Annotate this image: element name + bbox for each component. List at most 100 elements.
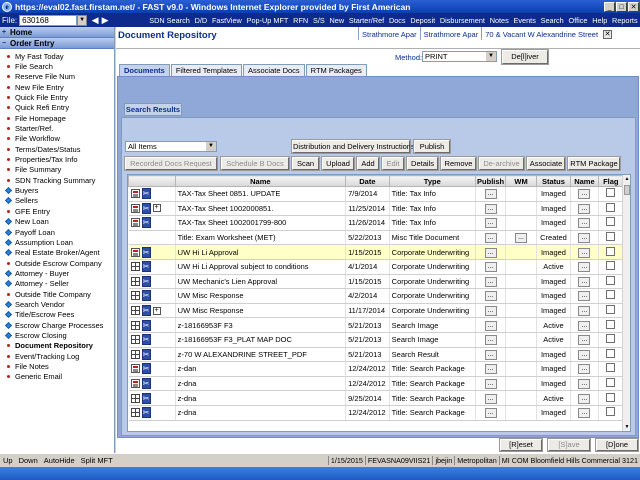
- add-button[interactable]: Add: [356, 156, 380, 171]
- publish-ellipsis-button[interactable]: ...: [484, 379, 497, 390]
- nav-link[interactable]: Office: [566, 16, 590, 25]
- nav-link[interactable]: Notes: [487, 16, 511, 25]
- flag-checkbox[interactable]: [606, 407, 616, 417]
- nav-link[interactable]: Reports: [610, 16, 640, 25]
- sidebar-item[interactable]: SDN Tracking Summary: [0, 175, 114, 185]
- associate-button[interactable]: Associate: [526, 156, 566, 171]
- sidebar-item[interactable]: Generic Email: [0, 372, 114, 382]
- edit-button[interactable]: Edit: [381, 156, 405, 171]
- status-down-link[interactable]: Down: [16, 456, 41, 465]
- flag-checkbox[interactable]: [606, 392, 616, 402]
- sidebar-item[interactable]: File Search: [0, 61, 114, 71]
- tab-filtered-templates[interactable]: Filtered Templates: [170, 64, 242, 76]
- name-ellipsis-button[interactable]: ...: [578, 335, 591, 346]
- sidebar-item[interactable]: Quick File Entry: [0, 92, 114, 102]
- publish-ellipsis-button[interactable]: ...: [484, 393, 497, 404]
- sidebar-item[interactable]: Reserve File Num: [0, 72, 114, 82]
- grid-image-icon[interactable]: [130, 306, 140, 316]
- table-row[interactable]: ✂ z-dna 12/24/2012 Title: Search Package...…: [128, 376, 625, 392]
- publish-ellipsis-button[interactable]: ...: [484, 349, 497, 360]
- flag-checkbox[interactable]: [606, 261, 616, 271]
- scissors-icon[interactable]: ✂: [141, 188, 151, 200]
- doc-name-cell[interactable]: z-dna: [175, 405, 347, 421]
- sidebar-item[interactable]: Terms/Dates/Status: [0, 144, 114, 154]
- table-row[interactable]: ✂ + UW Misc Response 11/17/2014 Corporate Un…: [128, 303, 625, 319]
- sidebar-item[interactable]: Document Repository: [0, 341, 114, 351]
- nav-link[interactable]: Pop-Up MFT: [244, 16, 291, 25]
- name-ellipsis-button[interactable]: ...: [578, 379, 591, 390]
- details-button[interactable]: Details: [406, 156, 439, 171]
- sidebar-item[interactable]: Attorney - Seller: [0, 279, 114, 289]
- name-ellipsis-button[interactable]: ...: [578, 233, 591, 244]
- doc-name-cell[interactable]: TAX-Tax Sheet 0851. UPDATE: [175, 186, 347, 202]
- publish-ellipsis-button[interactable]: ...: [484, 189, 497, 200]
- name-ellipsis-button[interactable]: ...: [578, 349, 591, 360]
- tab-associate-docs[interactable]: Associate Docs: [242, 64, 305, 76]
- doc-name-cell[interactable]: TAX-Tax Sheet 1002001799-800: [175, 215, 347, 231]
- tab-documents[interactable]: Documents: [119, 64, 170, 76]
- name-ellipsis-button[interactable]: ...: [578, 189, 591, 200]
- sidebar-item[interactable]: Assumption Loan: [0, 237, 114, 247]
- doc-name-cell[interactable]: UW Hi Li Approval subject to conditions: [175, 259, 347, 275]
- grid-image-icon[interactable]: [130, 393, 140, 403]
- grid-image-icon[interactable]: [130, 349, 140, 359]
- publish-ellipsis-button[interactable]: ...: [484, 203, 497, 214]
- doc-name-cell[interactable]: z-70 W ALEXANDRINE STREET_PDF: [175, 347, 347, 363]
- sidebar-item[interactable]: Attorney - Buyer: [0, 268, 114, 278]
- column-header-date[interactable]: Date: [345, 175, 390, 187]
- publish-ellipsis-button[interactable]: ...: [484, 320, 497, 331]
- grid-image-icon[interactable]: [130, 335, 140, 345]
- nav-link[interactable]: Deposit: [408, 16, 438, 25]
- name-ellipsis-button[interactable]: ...: [578, 262, 591, 273]
- file-number-input[interactable]: 630168: [19, 14, 78, 26]
- scissors-icon[interactable]: ✂: [141, 261, 151, 273]
- name-ellipsis-button[interactable]: ...: [578, 306, 591, 317]
- reset-button[interactable]: [R]eset: [499, 438, 543, 452]
- done-button[interactable]: [D]one: [595, 438, 639, 452]
- scrollbar-thumb[interactable]: [624, 185, 630, 195]
- publish-ellipsis-button[interactable]: ...: [484, 262, 497, 273]
- deliver-button[interactable]: De[l]iver: [501, 49, 549, 65]
- remove-button[interactable]: Remove: [440, 156, 477, 171]
- sidebar-item[interactable]: Starter/Ref.: [0, 123, 114, 133]
- table-row[interactable]: ✂ + TAX-Tax Sheet 1002000851. 11/25/2014 Tit…: [128, 201, 625, 217]
- name-ellipsis-button[interactable]: ...: [578, 320, 591, 331]
- upload-button[interactable]: Upload: [321, 156, 355, 171]
- doc-name-cell[interactable]: z-dna: [175, 376, 347, 392]
- publish-button[interactable]: Publish: [413, 139, 451, 154]
- nav-link[interactable]: Events: [511, 16, 538, 25]
- column-header-type[interactable]: Type: [388, 175, 476, 187]
- publish-ellipsis-button[interactable]: ...: [484, 276, 497, 287]
- publish-ellipsis-button[interactable]: ...: [484, 218, 497, 229]
- name-ellipsis-button[interactable]: ...: [578, 276, 591, 287]
- flag-checkbox[interactable]: [606, 188, 616, 198]
- table-row[interactable]: ✂ TAX-Tax Sheet 0851. UPDATE 7/9/2014 Title…: [128, 186, 625, 202]
- flag-checkbox[interactable]: [606, 363, 616, 373]
- de-archive-button[interactable]: De-archive: [478, 156, 525, 171]
- grid-image-icon[interactable]: [130, 320, 140, 330]
- scissors-icon[interactable]: ✂: [141, 392, 151, 404]
- close-window-button[interactable]: ✕: [628, 1, 639, 12]
- table-row[interactable]: ✂ UW Misc Response 4/2/2014 Corporate Under…: [128, 288, 625, 304]
- doc-name-cell[interactable]: UW Hi Li Approval: [175, 244, 347, 260]
- scissors-icon[interactable]: ✂: [141, 246, 151, 258]
- file-number-dropdown[interactable]: ▼: [77, 14, 88, 26]
- sidebar-item[interactable]: File Summary: [0, 165, 114, 175]
- column-header-name[interactable]: Name: [174, 175, 347, 187]
- doc-name-cell[interactable]: UW Misc Response: [175, 303, 347, 319]
- column-header-wm[interactable]: WM: [505, 175, 537, 187]
- nav-link[interactable]: Docs: [387, 16, 408, 25]
- close-page-icon[interactable]: ✕: [603, 30, 613, 39]
- sidebar-item[interactable]: Outside Escrow Company: [0, 258, 114, 268]
- name-ellipsis-button[interactable]: ...: [578, 408, 591, 419]
- table-row[interactable]: ✂ z-dna 9/25/2014 Title: Search Package... A…: [128, 390, 625, 406]
- flag-checkbox[interactable]: [606, 246, 616, 256]
- method-select[interactable]: PRINT ▼: [422, 51, 497, 62]
- flag-checkbox[interactable]: [606, 348, 616, 358]
- grid-image-icon[interactable]: [130, 262, 140, 272]
- maximize-button[interactable]: □: [616, 1, 627, 12]
- distribution-instructions-button[interactable]: Distribution and Delivery Instructions: [291, 139, 415, 154]
- sidebar-item[interactable]: GFE Entry: [0, 206, 114, 216]
- scissors-icon[interactable]: ✂: [141, 275, 151, 287]
- column-header-publish[interactable]: Publish: [474, 175, 507, 187]
